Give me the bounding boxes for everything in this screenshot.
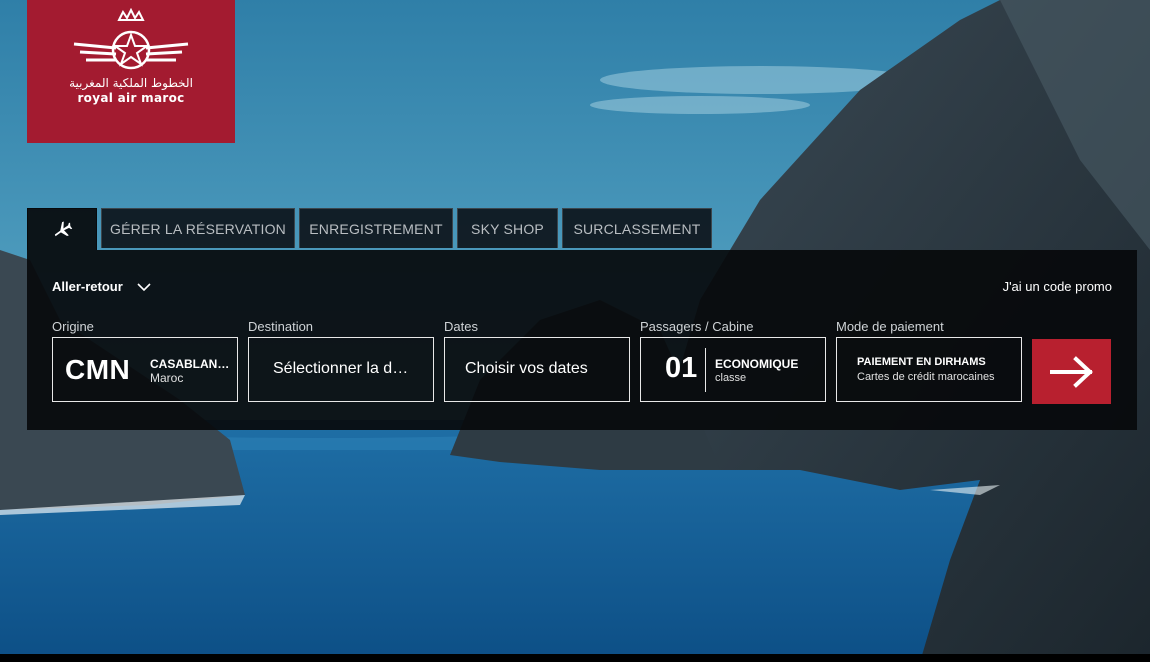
- payment-subtitle: Cartes de crédit marocaines: [857, 371, 995, 383]
- booking-panel: Aller-retour J'ai un code promo Origine …: [27, 250, 1137, 430]
- brand-name: royal air maroc: [77, 91, 185, 105]
- tab-upgrade[interactable]: SURCLASSEMENT: [562, 208, 712, 248]
- passengers-cabin-field[interactable]: 01 ECONOMIQUE classe: [640, 337, 826, 402]
- origin-code: CMN: [65, 354, 131, 385]
- destination-field[interactable]: Sélectionner la destination: [248, 337, 434, 402]
- dates-field[interactable]: Choisir vos dates: [444, 337, 630, 402]
- airplane-icon: [54, 221, 73, 236]
- tab-checkin[interactable]: ENREGISTREMENT: [299, 208, 453, 248]
- tab-flights[interactable]: [27, 208, 97, 250]
- tab-sky-shop[interactable]: SKY SHOP: [457, 208, 558, 248]
- origin-field[interactable]: CMN CASABLANCA Maroc: [52, 337, 238, 402]
- promo-code-link[interactable]: J'ai un code promo: [1003, 279, 1112, 294]
- brand-arabic-name: الخطوط الملكية المغربية: [69, 76, 193, 90]
- payment-mode-field[interactable]: PAIEMENT EN DIRHAMS Cartes de crédit mar…: [836, 337, 1022, 402]
- booking-tabs: GÉRER LA RÉSERVATION ENREGISTREMENT SKY …: [27, 208, 716, 250]
- dates-placeholder: Choisir vos dates: [465, 360, 588, 377]
- cabin-class-sub: classe: [715, 372, 747, 384]
- dates-label: Dates: [444, 319, 478, 334]
- chevron-down-icon: [137, 282, 151, 291]
- payment-title: PAIEMENT EN DIRHAMS: [857, 356, 986, 368]
- payment-label: Mode de paiement: [836, 319, 944, 334]
- destination-label: Destination: [248, 319, 314, 334]
- trip-type-value: Aller-retour: [52, 279, 123, 294]
- royal-air-maroc-emblem-icon: [73, 8, 189, 70]
- search-flights-button[interactable]: [1032, 339, 1111, 404]
- passenger-count: 01: [665, 352, 698, 384]
- cabin-class: ECONOMIQUE: [715, 357, 799, 371]
- passengers-label: Passagers / Cabine: [640, 319, 754, 334]
- bottom-bar: [0, 654, 1150, 662]
- brand-logo[interactable]: الخطوط الملكية المغربية royal air maroc: [27, 0, 235, 143]
- origin-city: CASABLANCA: [150, 357, 232, 371]
- destination-placeholder: Sélectionner la destination: [273, 360, 413, 377]
- tab-manage-booking[interactable]: GÉRER LA RÉSERVATION: [101, 208, 295, 248]
- origin-country: Maroc: [150, 371, 184, 385]
- origin-label: Origine: [52, 319, 94, 334]
- trip-type-dropdown[interactable]: Aller-retour: [52, 279, 151, 294]
- passenger-divider: [705, 348, 706, 392]
- arrow-right-icon: [1049, 355, 1093, 388]
